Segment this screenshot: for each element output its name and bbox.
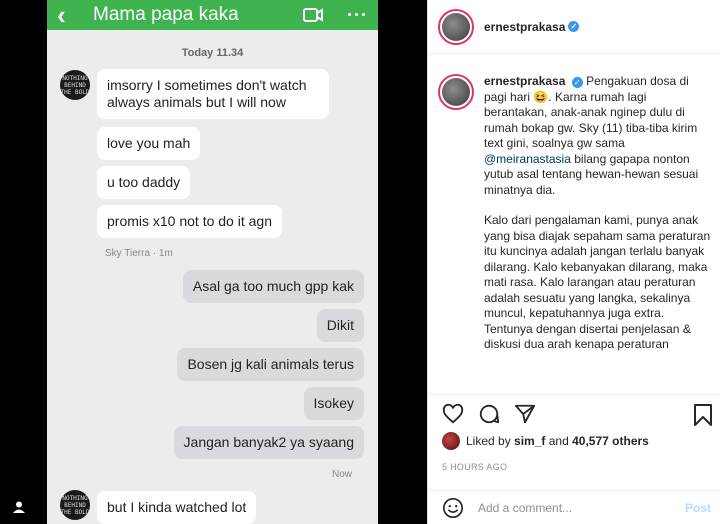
chevron-left-icon: ‹ <box>57 0 66 30</box>
username-link[interactable]: ernestprakasa ✓ <box>484 20 580 34</box>
likes-line: Liked by sim_f and 40,577 others <box>442 432 649 450</box>
message-text: Dikit <box>326 317 354 333</box>
username[interactable]: ernestprakasa <box>484 20 565 34</box>
comment-input[interactable]: Add a comment... <box>478 501 685 515</box>
message-bubble: love you mah <box>97 127 201 160</box>
verified-badge-icon: ✓ <box>571 77 583 88</box>
avatar[interactable] <box>442 432 460 450</box>
message-text: promis x10 not to do it agn <box>107 213 272 229</box>
post-sidebar: ernestprakasa ✓ ernestprakasa ✓ Pengakua… <box>427 0 720 524</box>
message-bubble-outgoing: Isokey <box>303 387 364 420</box>
message-bubble-outgoing: Dikit <box>316 309 364 342</box>
bookmark-icon[interactable] <box>693 404 713 426</box>
caption-paragraph: Kalo dari pengalaman kami, punya anak ya… <box>484 213 711 351</box>
share-icon[interactable] <box>514 403 536 425</box>
avatar: NOTHING BEHIND THE BOLD <box>60 490 90 520</box>
message-text: u too daddy <box>107 174 181 190</box>
verified-badge-icon: ✓ <box>568 21 580 32</box>
message-text: Isokey <box>313 395 354 411</box>
message-bubble: u too daddy <box>97 166 191 199</box>
likes-count-link[interactable]: 40,577 others <box>572 434 649 448</box>
comment-icon[interactable] <box>478 403 500 425</box>
video-call-icon <box>303 8 324 22</box>
avatar-text: NOTHING BEHIND THE BOLD <box>60 74 90 96</box>
caption-username[interactable]: ernestprakasa <box>484 74 565 88</box>
date-separator: Today 11.34 <box>181 47 244 59</box>
avatar: NOTHING BEHIND THE BOLD <box>60 70 90 100</box>
chat-screenshot: ‹ Mama papa kaka ··· Today 11.34 NOTHING… <box>47 0 378 524</box>
outgoing-meta: Now <box>331 469 352 480</box>
message-text: imsorry I sometimes don't watch always a… <box>107 77 307 110</box>
chat-title: Mama papa kaka <box>93 4 239 25</box>
message-bubble-outgoing: Asal ga too much gpp kak <box>182 270 364 303</box>
likes-prefix: Liked by <box>466 434 511 448</box>
message-bubble-outgoing: Bosen jg kali animals terus <box>177 348 364 381</box>
more-options-icon: ··· <box>347 4 368 25</box>
message-text: but I kinda watched lot <box>107 499 247 515</box>
message-text: love you mah <box>107 135 191 151</box>
message-bubble: but I kinda watched lot <box>97 491 257 524</box>
emoji-icon[interactable] <box>442 497 464 519</box>
message-bubble: imsorry I sometimes don't watch always a… <box>97 69 329 119</box>
avatar-text: NOTHING BEHIND THE BOLD <box>60 494 90 516</box>
heart-icon[interactable] <box>442 403 464 425</box>
message-text: Bosen jg kali animals terus <box>187 356 354 372</box>
post-header: ernestprakasa ✓ <box>428 0 720 54</box>
post-timestamp[interactable]: 5 HOURS AGO <box>442 462 507 472</box>
chat-header: ‹ Mama papa kaka ··· <box>47 0 378 30</box>
message-bubble-outgoing: Jangan banyak2 ya syaang <box>173 426 364 459</box>
message-bubble: promis x10 not to do it agn <box>97 205 282 238</box>
user-icon[interactable] <box>12 500 26 514</box>
sender-meta: Sky Tierra · 1m <box>105 248 173 259</box>
likes-user-link[interactable]: sim_f <box>514 434 545 448</box>
message-text: Jangan banyak2 ya syaang <box>183 434 354 450</box>
mention-link[interactable]: @meiranastasia <box>484 152 571 166</box>
avatar[interactable] <box>438 8 474 45</box>
caption-area: ernestprakasa ✓ Pengakuan dosa di pagi h… <box>428 60 720 390</box>
post-image-area: ‹ Mama papa kaka ··· Today 11.34 NOTHING… <box>0 0 427 524</box>
caption-text: ernestprakasa ✓ Pengakuan dosa di pagi h… <box>484 74 711 390</box>
comment-bar: Add a comment... Post <box>428 490 720 524</box>
action-bar <box>428 394 720 432</box>
avatar[interactable] <box>438 74 474 110</box>
post-button[interactable]: Post <box>685 501 711 515</box>
message-text: Asal ga too much gpp kak <box>192 278 354 294</box>
likes-and: and <box>548 434 569 448</box>
